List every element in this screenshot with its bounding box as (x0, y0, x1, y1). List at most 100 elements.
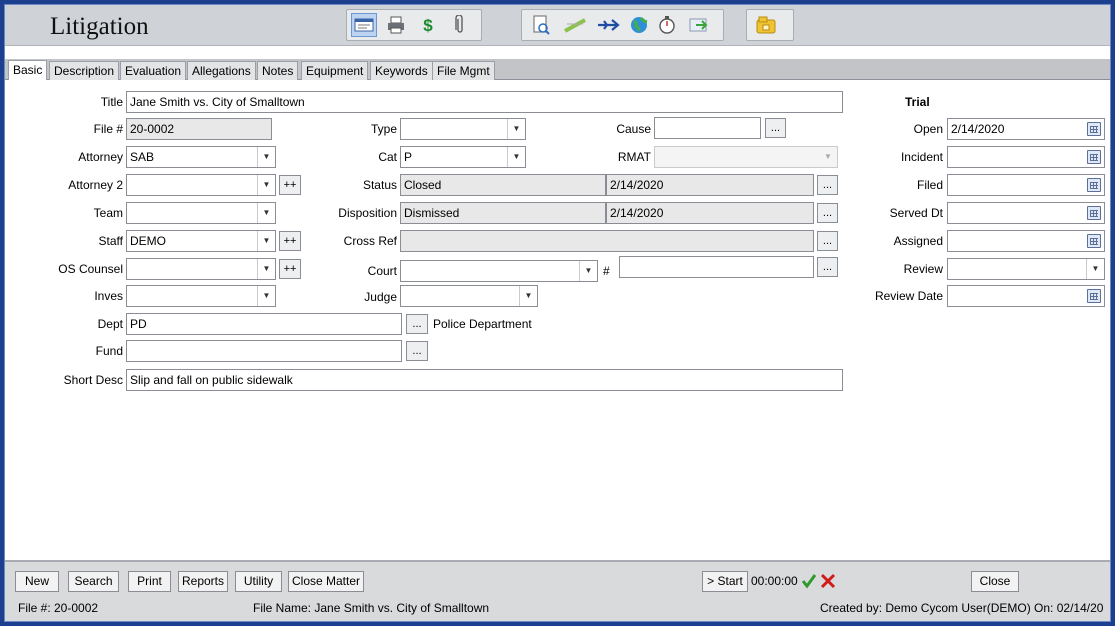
preview-icon[interactable] (528, 13, 554, 37)
cancel-icon[interactable] (820, 573, 836, 589)
chevron-down-icon[interactable]: ▼ (507, 147, 525, 167)
type-select[interactable]: ▼ (400, 118, 526, 140)
filed-label: Filed (916, 178, 943, 192)
cross-ref-field[interactable] (400, 230, 814, 252)
court-lookup-button[interactable]: ... (817, 257, 838, 277)
cause-lookup-button[interactable]: ... (765, 118, 786, 138)
incident-date-field[interactable] (947, 146, 1105, 168)
status-date-field[interactable]: 2/14/2020 (606, 174, 814, 196)
chevron-down-icon[interactable]: ▼ (819, 147, 837, 167)
court-number-field[interactable] (619, 256, 814, 278)
disposition-date-field[interactable]: 2/14/2020 (606, 202, 814, 224)
chevron-down-icon[interactable]: ▼ (257, 286, 275, 306)
open-label: Open (913, 122, 943, 136)
print-button[interactable]: Print (128, 571, 171, 592)
folder-icon[interactable] (753, 13, 779, 37)
close-button[interactable]: Close (971, 571, 1019, 592)
utility-button[interactable]: Utility (235, 571, 282, 592)
start-timer-button[interactable]: > Start (702, 571, 748, 592)
print-icon[interactable] (383, 13, 409, 37)
short-desc-field[interactable]: Slip and fall on public sidewalk (126, 369, 843, 391)
details-icon[interactable] (351, 13, 377, 37)
staff-select[interactable]: DEMO ▼ (126, 230, 276, 252)
search-button[interactable]: Search (68, 571, 119, 592)
chevron-down-icon[interactable]: ▼ (579, 261, 597, 281)
assigned-label: Assigned (893, 234, 943, 248)
dept-field[interactable]: PD (126, 313, 402, 335)
cause-field[interactable] (654, 117, 761, 139)
tab-strip: Basic Description Evaluation Allegations… (5, 59, 1110, 81)
chevron-down-icon[interactable]: ▼ (257, 259, 275, 279)
review-date-field[interactable] (947, 285, 1105, 307)
ruler-icon[interactable] (562, 13, 588, 37)
chevron-down-icon[interactable]: ▼ (257, 203, 275, 223)
calendar-icon[interactable] (1087, 289, 1101, 303)
tab-basic[interactable]: Basic (8, 60, 48, 81)
os-counsel-select[interactable]: ▼ (126, 258, 276, 280)
review-select[interactable]: ▼ (947, 258, 1105, 280)
staff-add-button[interactable]: ++ (279, 231, 301, 251)
calendar-icon[interactable] (1087, 150, 1101, 164)
staff-label: Staff (98, 234, 123, 248)
reports-button[interactable]: Reports (178, 571, 228, 592)
chevron-down-icon[interactable]: ▼ (507, 119, 525, 139)
new-button[interactable]: New (15, 571, 59, 592)
open-date-field[interactable]: 2/14/2020 (947, 118, 1105, 140)
calendar-icon[interactable] (1087, 178, 1101, 192)
file-no-label: File # (93, 122, 123, 136)
filed-date-field[interactable] (947, 174, 1105, 196)
plane-icon[interactable] (595, 13, 621, 37)
export-icon[interactable] (686, 13, 712, 37)
toolbar-group-1: $ (346, 9, 482, 41)
chevron-down-icon[interactable]: ▼ (257, 231, 275, 251)
cross-ref-lookup-button[interactable]: ... (817, 231, 838, 251)
attorney2-add-button[interactable]: ++ (279, 175, 301, 195)
court-select[interactable]: ▼ (400, 260, 598, 282)
cause-label: Cause (616, 122, 651, 136)
served-dt-field[interactable] (947, 202, 1105, 224)
cross-ref-label: Cross Ref (343, 234, 397, 248)
calendar-icon[interactable] (1087, 122, 1101, 136)
app-title: Litigation (50, 13, 149, 40)
dept-lookup-button[interactable]: ... (406, 314, 428, 334)
cat-select[interactable]: P ▼ (400, 146, 526, 168)
close-matter-button[interactable]: Close Matter (288, 571, 364, 592)
assigned-date-field[interactable] (947, 230, 1105, 252)
fund-field[interactable] (126, 340, 402, 362)
tab-equipment[interactable]: Equipment (301, 61, 369, 80)
tab-file-mgmt[interactable]: File Mgmt (432, 61, 495, 80)
rmat-select[interactable]: ▼ (654, 146, 838, 168)
chevron-down-icon[interactable]: ▼ (257, 175, 275, 195)
globe-icon[interactable] (626, 13, 652, 37)
check-icon[interactable] (801, 573, 817, 589)
attorney-select[interactable]: SAB ▼ (126, 146, 276, 168)
fund-label: Fund (95, 344, 123, 358)
disposition-lookup-button[interactable]: ... (817, 203, 838, 223)
disposition-field[interactable]: Dismissed (400, 202, 606, 224)
team-select[interactable]: ▼ (126, 202, 276, 224)
dollar-icon[interactable]: $ (415, 13, 441, 37)
tab-description[interactable]: Description (49, 61, 120, 80)
paperclip-icon[interactable] (447, 13, 473, 37)
inves-select[interactable]: ▼ (126, 285, 276, 307)
file-no-field[interactable]: 20-0002 (126, 118, 272, 140)
disposition-label: Disposition (338, 206, 397, 220)
os-counsel-add-button[interactable]: ++ (279, 259, 301, 279)
judge-select[interactable]: ▼ (400, 285, 538, 307)
tab-evaluation[interactable]: Evaluation (120, 61, 187, 80)
calendar-icon[interactable] (1087, 206, 1101, 220)
review-label: Review (903, 262, 943, 276)
tab-keywords[interactable]: Keywords (370, 61, 433, 80)
chevron-down-icon[interactable]: ▼ (519, 286, 537, 306)
tab-notes[interactable]: Notes (257, 61, 299, 80)
status-field[interactable]: Closed (400, 174, 606, 196)
title-field[interactable]: Jane Smith vs. City of Smalltown (126, 91, 843, 113)
status-lookup-button[interactable]: ... (817, 175, 838, 195)
chevron-down-icon[interactable]: ▼ (1086, 259, 1104, 279)
stopwatch-icon[interactable] (654, 13, 680, 37)
calendar-icon[interactable] (1087, 234, 1101, 248)
fund-lookup-button[interactable]: ... (406, 341, 428, 361)
tab-allegations[interactable]: Allegations (187, 61, 256, 80)
attorney2-select[interactable]: ▼ (126, 174, 276, 196)
chevron-down-icon[interactable]: ▼ (257, 147, 275, 167)
